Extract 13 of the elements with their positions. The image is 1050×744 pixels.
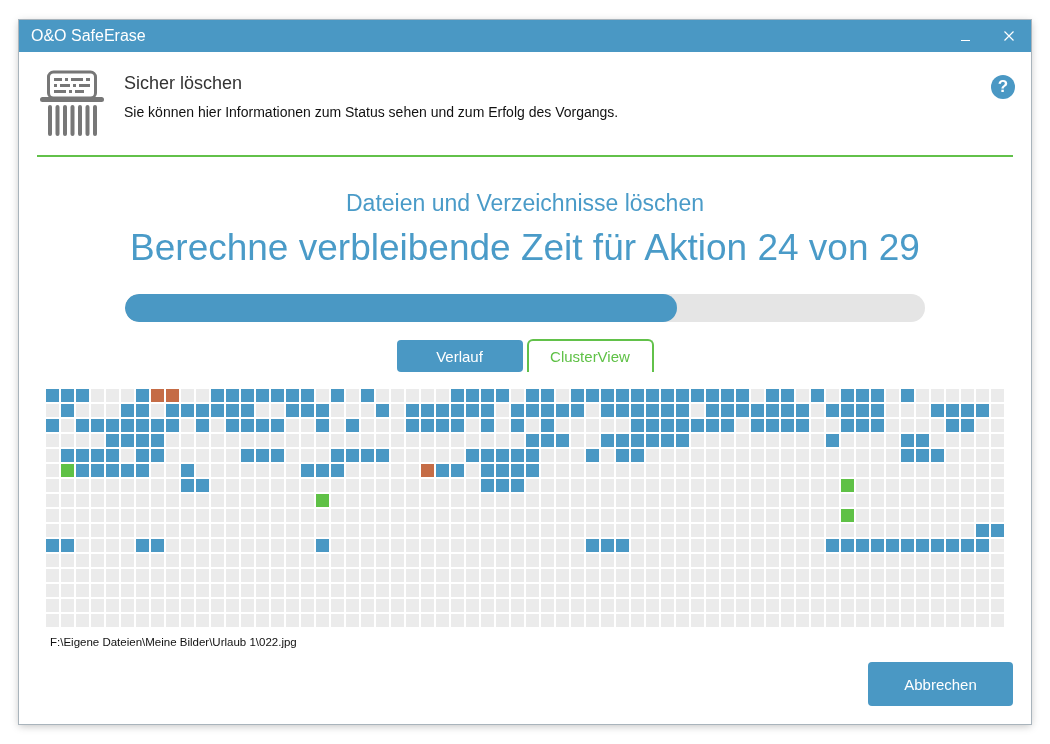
cancel-button[interactable]: Abbrechen <box>868 662 1013 706</box>
page-title: Sicher löschen <box>124 72 244 94</box>
shredder-icon <box>40 70 104 136</box>
tab[interactable]: Verlauf <box>396 340 523 372</box>
current-file-path: F:\Eigene Dateien\Meine Bilder\Urlaub 1\022.jpg <box>50 636 297 648</box>
window-title: O&O SafeErase <box>31 27 146 45</box>
operation-title: Dateien und Verzeichnisse löschen <box>345 189 705 218</box>
help-button[interactable]: ? <box>991 75 1015 99</box>
minimize-icon <box>960 39 970 41</box>
status-text: Berechne verbleibende Zeit für Aktion 24 von 29 <box>129 226 921 270</box>
tab[interactable]: ClusterView <box>526 339 654 372</box>
page-description: Sie können hier Informationen zum Status sehen und zum Erfolg des Vorgangs. <box>124 103 620 121</box>
close-icon <box>1004 31 1014 41</box>
